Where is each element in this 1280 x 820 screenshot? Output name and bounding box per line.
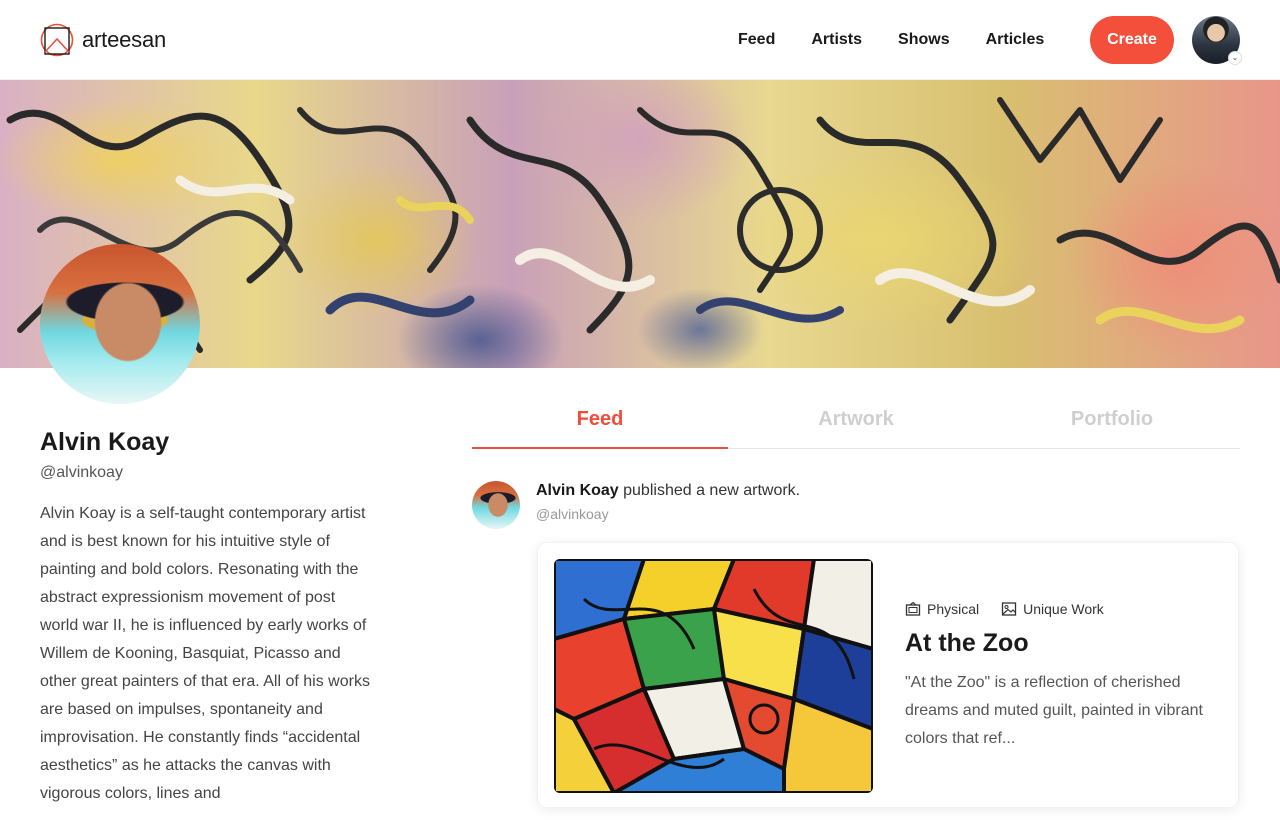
frame-icon xyxy=(905,601,921,616)
artwork-type: Physical xyxy=(905,601,979,617)
create-button[interactable]: Create xyxy=(1090,16,1174,64)
post-author-handle: @alvinkoay xyxy=(536,506,609,522)
artwork-title[interactable]: At the Zoo xyxy=(905,629,1029,658)
chevron-down-icon[interactable]: ⌄ xyxy=(1228,51,1242,65)
artwork-type-label: Physical xyxy=(927,601,980,617)
artwork-meta: Physical Unique Work xyxy=(905,601,1104,617)
tab-portfolio[interactable]: Portfolio xyxy=(984,396,1240,448)
brand-name: arteesan xyxy=(82,27,167,52)
profile-bio: Alvin Koay is a self-taught contemporary… xyxy=(40,505,370,802)
main-nav: Feed Artists Shows Articles xyxy=(720,0,1062,80)
nav-item-shows[interactable]: Shows xyxy=(898,31,950,49)
artwork-thumbnail[interactable] xyxy=(554,559,873,793)
brand-link[interactable]: arteesan xyxy=(40,22,166,58)
nav-item-artists[interactable]: Artists xyxy=(811,31,862,49)
post-headline: Alvin Koay published a new artwork. xyxy=(536,482,800,500)
artwork-card[interactable]: Physical Unique Work At the Zoo "At the … xyxy=(537,542,1239,808)
artwork-edition-label: Unique Work xyxy=(1023,601,1104,617)
artwork-description: "At the Zoo" is a reflection of cherishe… xyxy=(905,674,1203,747)
tab-feed[interactable]: Feed xyxy=(472,396,728,449)
tab-artwork[interactable]: Artwork xyxy=(728,396,984,448)
post-author-name[interactable]: Alvin Koay xyxy=(536,482,619,499)
nav-item-feed[interactable]: Feed xyxy=(738,31,775,49)
profile-handle: @alvinkoay xyxy=(40,464,123,481)
top-navigation-bar: arteesan Feed Artists Shows Articles Cre… xyxy=(0,0,1280,80)
post-action-text: published a new artwork. xyxy=(618,482,801,499)
post-author-avatar[interactable] xyxy=(472,481,520,529)
profile-tabs: Feed Artwork Portfolio xyxy=(472,396,1240,449)
brand-logo-icon xyxy=(40,23,74,57)
profile-avatar[interactable] xyxy=(40,244,200,404)
artwork-edition: Unique Work xyxy=(1001,601,1104,617)
image-icon xyxy=(1001,602,1017,616)
nav-item-articles[interactable]: Articles xyxy=(986,31,1045,49)
artwork-image xyxy=(554,559,873,793)
profile-name: Alvin Koay xyxy=(40,428,170,456)
